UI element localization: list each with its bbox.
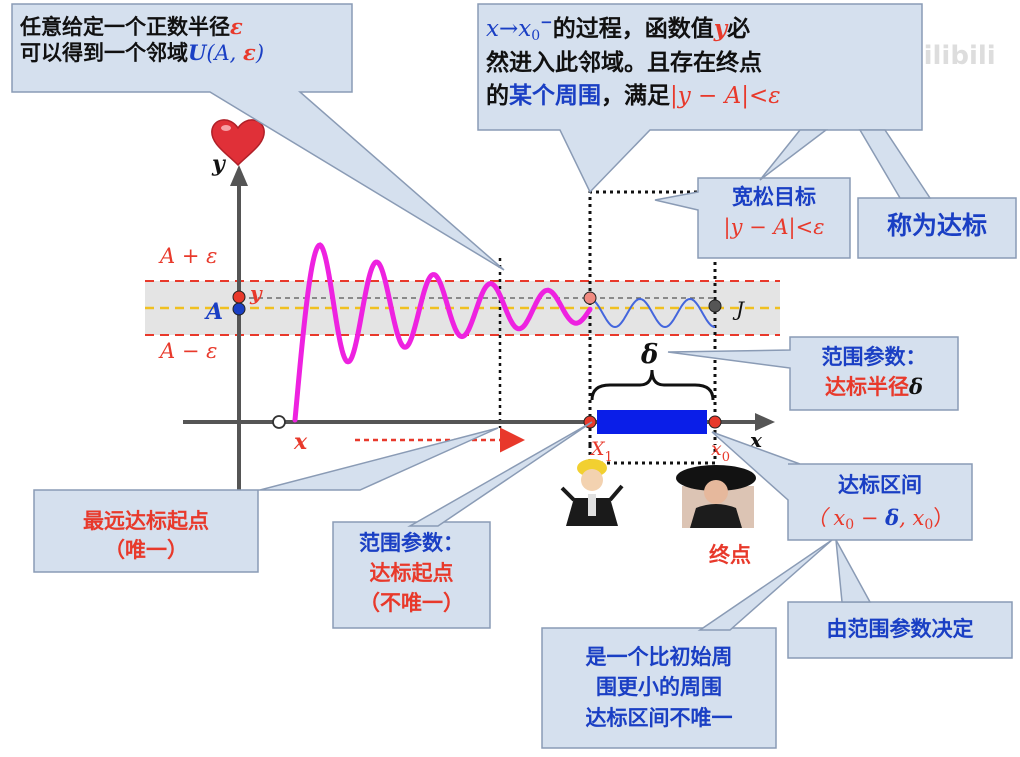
endpoint-label: 终点 xyxy=(709,543,751,567)
A-minus-eps-label: A − ε xyxy=(158,339,217,363)
callout-interval-text: 达标区间 （ x0 − δ, x0） xyxy=(805,473,955,533)
reach-interval-bar xyxy=(597,410,707,434)
y-axis-point-y xyxy=(232,290,246,304)
y-axis-point-A xyxy=(232,302,246,316)
A-plus-eps-label: A + ε xyxy=(158,244,217,268)
delta-label: δ xyxy=(640,340,658,370)
A-label: A xyxy=(204,299,223,325)
character-figure-icon xyxy=(560,459,624,526)
x-variable-label: x xyxy=(293,429,308,455)
delta-brace xyxy=(590,369,715,401)
curve-point-start xyxy=(583,291,597,305)
curve-point-J xyxy=(708,299,722,313)
callout-radius-text: 范围参数： 达标半径δ xyxy=(821,345,927,400)
callout-start-text: 范围参数： 达标起点 （不唯一） xyxy=(359,531,464,615)
callout-decided-text: 由范围参数决定 xyxy=(826,617,974,641)
callout-smaller-text: 是一个比初始周 围更小的周围 达标区间不唯一 xyxy=(585,645,733,730)
axis-point-x0 xyxy=(708,415,722,429)
callout-top-center-text: x→x0−的过程，函数值y必 然进入此邻域。且存在终点 的某个周围，满足|y −… xyxy=(486,13,781,109)
open-point-x xyxy=(272,415,286,429)
callout-loose-text: 宽松目标 |y − A|<ε xyxy=(723,185,825,240)
callout-top-left-text: 任意给定一个正数半径ε 可以得到一个邻域U(A, ε) xyxy=(20,14,265,66)
callout-farthest-text: 最远达标起点 （唯一） xyxy=(83,509,209,563)
lady-figure-icon xyxy=(676,465,756,528)
y-axis-arrow xyxy=(230,165,248,186)
callout-reach-text: 称为达标 xyxy=(886,211,987,240)
y-point-label: y xyxy=(249,281,263,305)
y-axis-label: y xyxy=(211,151,227,177)
